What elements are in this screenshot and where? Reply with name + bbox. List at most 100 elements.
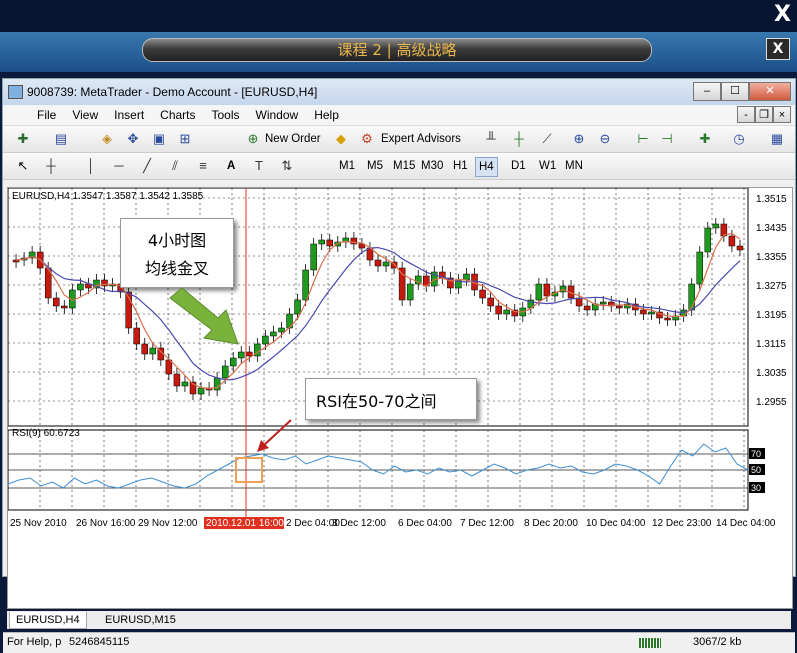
menu-insert[interactable]: Insert — [110, 108, 148, 122]
bull-candle — [503, 309, 510, 315]
text-tool-button[interactable]: A — [227, 157, 235, 175]
tf-w1[interactable]: W1 — [539, 157, 556, 175]
expert-advisors-button[interactable]: Expert Advisors — [381, 130, 461, 148]
tester-icon[interactable]: ⊞ — [177, 131, 193, 147]
menu-view[interactable]: View — [68, 108, 102, 122]
new-order-icon[interactable]: ⊕ — [245, 131, 261, 147]
expert-advisors-icon[interactable]: ⚙ — [359, 131, 375, 147]
horizontal-line-icon[interactable]: ─ — [111, 158, 127, 174]
line-chart-icon[interactable]: ⟋ — [539, 131, 555, 147]
child-restore-button[interactable]: ❐ — [755, 106, 773, 123]
maximize-button[interactable]: ☐ — [721, 82, 749, 101]
window-title: 9008739: MetaTrader - Demo Account - [EU… — [27, 85, 318, 99]
tf-m30[interactable]: M30 — [421, 157, 443, 175]
menu-window[interactable]: Window — [252, 108, 303, 122]
bear-candle — [398, 267, 406, 301]
tf-m5[interactable]: M5 — [367, 157, 383, 175]
profiles-icon[interactable]: ▤ — [53, 131, 69, 147]
red-arrow-icon — [257, 419, 292, 452]
green-arrow-icon — [169, 288, 239, 345]
bull-candle — [382, 261, 390, 267]
time-tick-label: 29 Nov 12:00 — [138, 518, 198, 529]
menu-charts[interactable]: Charts — [156, 108, 199, 122]
bull-candle — [704, 227, 712, 253]
outer-close-button[interactable]: X — [774, 2, 791, 27]
bear-candle — [736, 245, 744, 251]
crosshair-icon[interactable]: ┼ — [43, 158, 59, 174]
time-tick-label: 14 Dec 04:00 — [716, 518, 776, 529]
bull-candle — [318, 239, 325, 245]
drawing-toolbar: ↖ ┼ │ ─ ╱ ⫽ ≡ A T ⇅ M1 M5 M15 M30 H1 H4 … — [3, 153, 795, 180]
price-tick-label: 1.2955 — [756, 397, 787, 408]
chart-shift-icon[interactable]: ⊢ — [635, 131, 651, 147]
navigator-icon[interactable]: ✥ — [125, 131, 141, 147]
price-tick-label: 1.3435 — [756, 223, 787, 234]
outer-top-bar: X — [0, 0, 797, 32]
tf-d1[interactable]: D1 — [511, 157, 526, 175]
text-label-icon[interactable]: T — [251, 158, 267, 174]
bull-candle — [221, 365, 229, 379]
indicators-icon[interactable]: ✚ — [697, 131, 713, 147]
bear-candle — [664, 317, 671, 321]
bull-candle — [696, 251, 703, 285]
templates-icon[interactable]: ▦ — [769, 131, 785, 147]
rsi-level-label: 30 — [751, 483, 761, 493]
tf-h1[interactable]: H1 — [453, 157, 468, 175]
bar-chart-icon[interactable]: ╨ — [483, 131, 499, 147]
time-tick-label: 8 Dec 20:00 — [524, 518, 578, 529]
price-tick-label: 1.3035 — [756, 368, 787, 379]
bear-candle — [543, 283, 551, 297]
metaeditor-icon[interactable]: ◆ — [333, 131, 349, 147]
cursor-icon[interactable]: ↖ — [15, 158, 31, 174]
periods-icon[interactable]: ◷ — [731, 131, 747, 147]
menu-help[interactable]: Help — [310, 108, 343, 122]
bull-candle — [197, 387, 205, 395]
bull-candle — [688, 283, 695, 311]
candlestick-icon[interactable]: ┼ — [511, 131, 527, 147]
tab-eurusd-h4[interactable]: EURUSD,H4 — [9, 612, 87, 629]
bull-candle — [294, 299, 301, 315]
lesson-close-button[interactable]: X — [766, 38, 790, 60]
menu-bar: File View Insert Charts Tools Window Help - ❐ … — [3, 105, 795, 126]
zoom-out-icon[interactable]: ⊖ — [597, 131, 613, 147]
price-tick-label: 1.3355 — [756, 252, 787, 263]
bear-candle — [575, 297, 583, 307]
child-close-button[interactable]: × — [773, 106, 791, 123]
minimize-button[interactable]: – — [693, 82, 721, 101]
rsi-level-label: 50 — [751, 465, 761, 475]
autoscroll-icon[interactable]: ⊣ — [659, 131, 675, 147]
menu-file[interactable]: File — [33, 108, 60, 122]
child-minimize-button[interactable]: - — [737, 106, 755, 123]
zoom-in-icon[interactable]: ⊕ — [571, 131, 587, 147]
bear-candle — [487, 297, 494, 307]
market-watch-icon[interactable]: ◈ — [99, 131, 115, 147]
tf-mn[interactable]: MN — [565, 157, 583, 175]
new-order-button[interactable]: New Order — [265, 130, 321, 148]
price-tick-label: 1.3515 — [756, 194, 787, 205]
bear-candle — [479, 289, 486, 299]
bull-candle — [270, 331, 277, 337]
arrows-icon[interactable]: ⇅ — [279, 158, 295, 174]
fibonacci-icon[interactable]: ≡ — [195, 158, 211, 174]
time-tick-label: 7 Dec 12:00 — [460, 518, 514, 529]
bull-candle — [535, 283, 543, 301]
trendline-icon[interactable]: ╱ — [139, 158, 155, 174]
close-button[interactable]: ✕ — [749, 82, 791, 101]
tf-m15[interactable]: M15 — [393, 157, 415, 175]
channel-icon[interactable]: ⫽ — [167, 158, 183, 174]
bear-candle — [133, 327, 140, 345]
bull-candle — [599, 301, 607, 305]
terminal-icon[interactable]: ▣ — [151, 131, 167, 147]
bear-candle — [326, 239, 333, 247]
bear-candle — [141, 343, 148, 355]
tf-h4[interactable]: H4 — [475, 157, 498, 177]
bull-candle — [181, 381, 189, 387]
tab-eurusd-m15[interactable]: EURUSD,M15 — [99, 612, 182, 628]
vertical-line-icon[interactable]: │ — [83, 158, 99, 174]
menu-tools[interactable]: Tools — [208, 108, 244, 122]
bull-candle — [463, 273, 470, 281]
price-tick-label: 1.3115 — [756, 339, 786, 350]
bull-candle — [149, 347, 157, 355]
tf-m1[interactable]: M1 — [339, 157, 355, 175]
new-chart-icon[interactable]: ✚ — [15, 131, 31, 147]
